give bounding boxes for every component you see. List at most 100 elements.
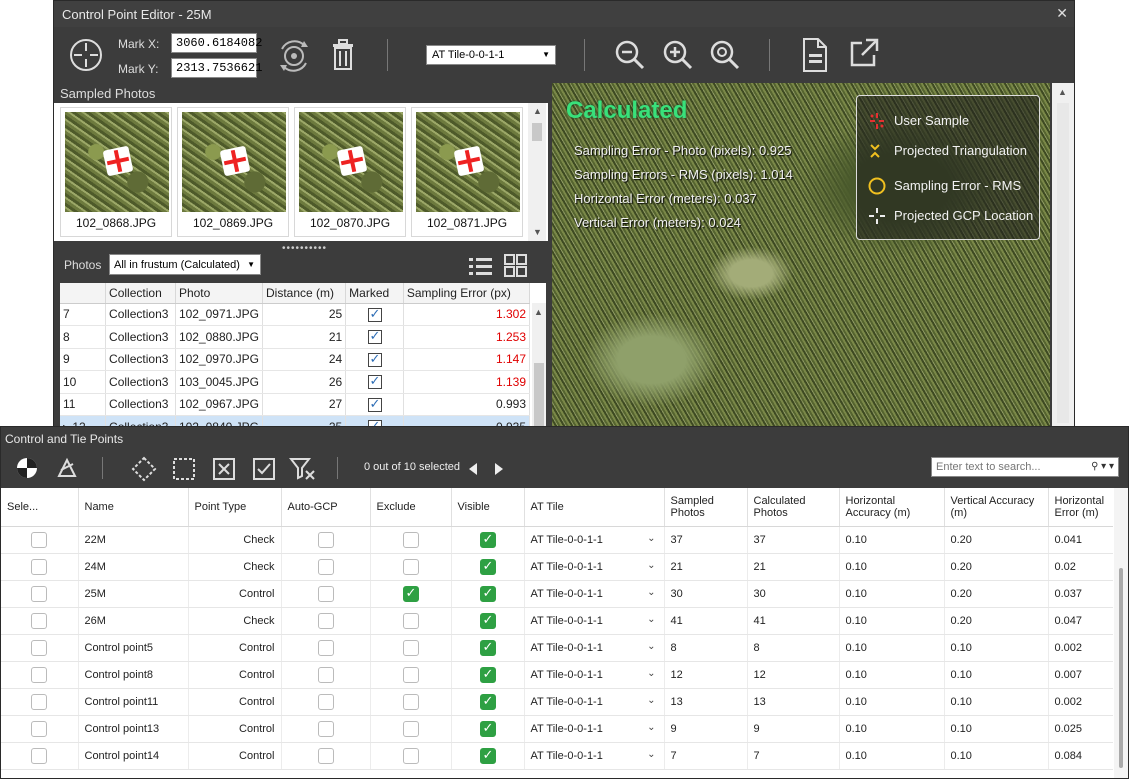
- photo-row[interactable]: 8Collection3102_0880.JPG21 1.253: [60, 325, 531, 349]
- chevron-down-icon[interactable]: ⌄: [647, 587, 655, 598]
- at-tile-cell[interactable]: AT Tile-0-0-1-1 ⌄: [524, 634, 665, 662]
- at-tile-select[interactable]: AT Tile-0-0-1-1 ⌄: [531, 641, 658, 654]
- at-tile-select[interactable]: AT Tile-0-0-1-1 ⌄: [531, 722, 658, 735]
- at-tile-cell[interactable]: AT Tile-0-0-1-1 ⌄: [524, 553, 665, 581]
- at-tile-select[interactable]: AT Tile-0-0-1-1 ⌄: [531, 587, 658, 600]
- at-tile-select[interactable]: AT Tile-0-0-1-1 ⌄: [531, 668, 658, 681]
- select-checkbox[interactable]: [31, 720, 48, 737]
- exclude-checkbox[interactable]: [402, 747, 419, 764]
- scroll-up-icon[interactable]: ▲: [534, 307, 543, 317]
- column-header[interactable]: Name: [78, 488, 189, 527]
- crosshair-icon[interactable]: [68, 37, 104, 73]
- chevron-down-icon[interactable]: ⌄: [647, 749, 655, 760]
- clear-filter-icon[interactable]: [289, 456, 317, 482]
- table-row[interactable]: Control point8Control AT Tile-0-0-1-1 ⌄ 121…: [1, 661, 1113, 689]
- include-icon[interactable]: [251, 456, 277, 482]
- chevron-down-icon[interactable]: ⌄: [647, 695, 655, 706]
- thumbnail-scrollbar[interactable]: ▲ ▼: [528, 103, 546, 241]
- marked-checkbox[interactable]: [367, 306, 382, 322]
- chevron-down-icon[interactable]: ⌄: [647, 722, 655, 733]
- select-checkbox[interactable]: [31, 585, 48, 602]
- at-tile-cell[interactable]: AT Tile-0-0-1-1 ⌄: [524, 688, 665, 716]
- at-tile-cell[interactable]: AT Tile-0-0-1-1 ⌄: [524, 715, 665, 743]
- at-tile-select[interactable]: AT Tile-0-0-1-1 ⌄: [531, 749, 658, 762]
- photos-table-scrollbar[interactable]: ▲: [532, 303, 546, 427]
- column-header[interactable]: Calculated Photos: [747, 488, 840, 527]
- points-table-scrollbar[interactable]: [1114, 488, 1128, 778]
- export-icon[interactable]: [848, 37, 880, 69]
- select-checkbox[interactable]: [31, 612, 48, 629]
- column-header[interactable]: Sampling Error (px): [403, 283, 531, 304]
- trash-icon[interactable]: [330, 39, 356, 71]
- table-row[interactable]: Control point13Control AT Tile-0-0-1-1 ⌄ 99…: [1, 715, 1113, 743]
- exclude-checkbox[interactable]: [402, 639, 419, 656]
- column-header[interactable]: Point Type: [188, 488, 282, 527]
- box-select-icon[interactable]: [171, 456, 197, 482]
- visible-checkbox[interactable]: [479, 558, 496, 575]
- exclude-checkbox[interactable]: [402, 585, 419, 602]
- at-tile-select[interactable]: AT Tile-0-0-1-1 ⌄: [531, 614, 658, 627]
- zoom-in-icon[interactable]: [662, 39, 694, 71]
- photo-thumbnail[interactable]: 102_0870.JPG: [294, 107, 406, 237]
- column-header[interactable]: Horizontal Error (m): [1048, 488, 1113, 527]
- table-row[interactable]: Control point14Control AT Tile-0-0-1-1 ⌄ 77…: [1, 742, 1113, 770]
- next-icon[interactable]: [493, 461, 505, 477]
- auto-gcp-checkbox[interactable]: [317, 612, 334, 629]
- auto-gcp-checkbox[interactable]: [317, 666, 334, 683]
- at-tile-select[interactable]: AT Tile-0-0-1-1 ⌄: [531, 695, 658, 708]
- scroll-up-icon[interactable]: ▲: [1058, 87, 1067, 97]
- photo-thumbnail[interactable]: 102_0871.JPG: [411, 107, 523, 237]
- visible-checkbox[interactable]: [479, 585, 496, 602]
- chevron-down-icon[interactable]: ⌄: [647, 614, 655, 625]
- visible-checkbox[interactable]: [479, 693, 496, 710]
- exclude-checkbox[interactable]: [402, 531, 419, 548]
- zoom-fit-icon[interactable]: [709, 39, 741, 71]
- mark-x-field[interactable]: 3060.6184082: [171, 33, 262, 53]
- scroll-down-icon[interactable]: ▼: [533, 227, 542, 237]
- exclude-checkbox[interactable]: [402, 612, 419, 629]
- auto-gcp-checkbox[interactable]: [317, 639, 334, 656]
- at-tile-cell[interactable]: AT Tile-0-0-1-1 ⌄: [524, 580, 665, 608]
- grid-view-icon[interactable]: [504, 254, 528, 278]
- exclude-checkbox[interactable]: [402, 558, 419, 575]
- column-header[interactable]: Collection: [105, 283, 176, 304]
- search-input[interactable]: Enter text to search... ⚲ ▾ ▾: [931, 457, 1119, 477]
- photo-thumbnail[interactable]: 102_0869.JPG: [177, 107, 289, 237]
- reset-marks-icon[interactable]: [276, 39, 312, 73]
- at-tile-cell[interactable]: AT Tile-0-0-1-1 ⌄: [524, 661, 665, 689]
- column-header[interactable]: Horizontal Accuracy (m): [839, 488, 945, 527]
- table-row[interactable]: 25MControlAT Tile-0-0-1-1⌄30300.100.200.…: [1, 580, 1113, 608]
- at-tile-cell[interactable]: AT Tile-0-0-1-1 ⌄: [524, 607, 665, 635]
- auto-gcp-checkbox[interactable]: [317, 585, 334, 602]
- column-header[interactable]: Visible: [451, 488, 525, 527]
- select-all-icon[interactable]: [131, 456, 157, 482]
- scroll-thumb[interactable]: [1057, 103, 1069, 423]
- photos-filter-dropdown[interactable]: All in frustum (Calculated) ▼: [109, 254, 261, 275]
- mark-y-field[interactable]: 2313.7536621: [171, 58, 262, 78]
- photo-row[interactable]: 9Collection3102_0970.JPG24 1.147: [60, 348, 531, 371]
- table-row[interactable]: 26MCheckAT Tile-0-0-1-1⌄41410.100.200.04…: [1, 607, 1113, 635]
- visible-checkbox[interactable]: [479, 531, 496, 548]
- exclude-checkbox[interactable]: [402, 693, 419, 710]
- list-view-icon[interactable]: [468, 255, 494, 277]
- at-tile-select[interactable]: AT Tile-0-0-1-1 ⌄: [531, 533, 658, 546]
- select-checkbox[interactable]: [31, 666, 48, 683]
- at-tile-select[interactable]: AT Tile-0-0-1-1 ⌄: [531, 560, 658, 573]
- photo-row[interactable]: 11Collection3102_0967.JPG27 0.993: [60, 393, 531, 416]
- close-icon[interactable]: ✕: [1056, 5, 1068, 22]
- column-header[interactable]: Sampled Photos: [664, 488, 748, 527]
- table-row[interactable]: Control point11Control AT Tile-0-0-1-1 ⌄ 13…: [1, 688, 1113, 716]
- tie-point-icon[interactable]: [55, 456, 79, 480]
- select-checkbox[interactable]: [31, 531, 48, 548]
- chevron-down-icon[interactable]: ⌄: [647, 533, 655, 544]
- scroll-thumb[interactable]: [534, 363, 544, 427]
- at-tile-dropdown[interactable]: AT Tile-0-0-1-1 ▼: [426, 45, 556, 65]
- at-tile-cell[interactable]: AT Tile-0-0-1-1 ⌄: [524, 742, 665, 770]
- column-header[interactable]: [60, 283, 107, 304]
- chevron-down-icon[interactable]: ⌄: [647, 668, 655, 679]
- zoom-out-icon[interactable]: [614, 39, 646, 71]
- table-row[interactable]: Control point5ControlAT Tile-0-0-1-1⌄880…: [1, 634, 1113, 662]
- scroll-thumb[interactable]: [1119, 568, 1123, 768]
- photo-row[interactable]: 7Collection3102_0971.JPG25 1.302: [60, 303, 531, 326]
- search-icon[interactable]: ⚲ ▾ ▾: [1091, 461, 1114, 472]
